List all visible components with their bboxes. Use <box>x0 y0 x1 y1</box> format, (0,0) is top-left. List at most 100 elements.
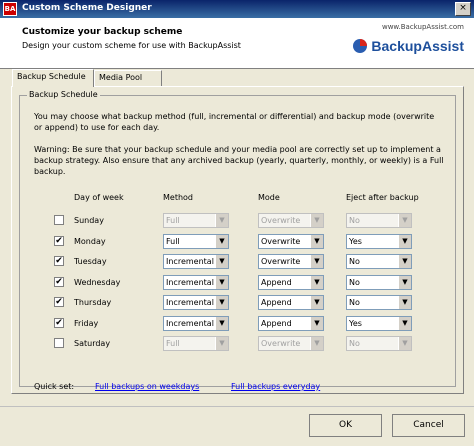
tab-media-pool[interactable]: Media Pool <box>94 70 162 86</box>
method-select-value: Full <box>166 237 180 246</box>
day-checkbox[interactable]: ✔ <box>54 318 64 328</box>
chevron-down-icon[interactable]: ▼ <box>398 337 411 350</box>
method-select[interactable]: Incremental ▼ <box>163 316 229 331</box>
title-bar: BA Custom Scheme Designer × <box>0 0 474 18</box>
mode-select[interactable]: Overwrite ▼ <box>258 254 324 269</box>
chevron-down-icon[interactable]: ▼ <box>398 214 411 227</box>
logo-icon <box>353 39 368 53</box>
method-select[interactable]: Full ▼ <box>163 234 229 249</box>
mode-select[interactable]: Overwrite ▼ <box>258 234 324 249</box>
method-select-value: Incremental <box>166 278 214 287</box>
day-label: Monday <box>74 237 106 246</box>
brand-logo: BackupAssist <box>353 35 464 57</box>
chevron-down-icon[interactable]: ▼ <box>310 317 323 330</box>
chevron-down-icon[interactable]: ▼ <box>398 235 411 248</box>
chevron-down-icon[interactable]: ▼ <box>215 276 228 289</box>
quickset-label: Quick set: <box>34 382 75 391</box>
method-select-value: Incremental <box>166 319 214 328</box>
col-header-method: Method <box>163 193 194 202</box>
eject-select-value: Yes <box>349 319 362 328</box>
method-select[interactable]: Full ▼ <box>163 213 229 228</box>
mode-select-value: Overwrite <box>261 257 301 266</box>
chevron-down-icon[interactable]: ▼ <box>398 255 411 268</box>
day-label: Sunday <box>74 216 104 225</box>
col-header-mode: Mode <box>258 193 280 202</box>
day-checkbox[interactable] <box>54 215 64 225</box>
chevron-down-icon[interactable]: ▼ <box>310 276 323 289</box>
quickset-everyday-link[interactable]: Full backups everyday <box>231 382 320 391</box>
mode-select-value: Append <box>261 278 292 287</box>
eject-select[interactable]: Yes ▼ <box>346 234 412 249</box>
mode-select-value: Overwrite <box>261 339 301 348</box>
chevron-down-icon[interactable]: ▼ <box>310 337 323 350</box>
day-label: Saturday <box>74 339 111 348</box>
mode-select-value: Append <box>261 298 292 307</box>
day-label: Tuesday <box>74 257 107 266</box>
col-header-eject: Eject after backup <box>346 193 419 202</box>
mode-select-value: Overwrite <box>261 237 301 246</box>
day-checkbox[interactable]: ✔ <box>54 297 64 307</box>
chevron-down-icon[interactable]: ▼ <box>310 235 323 248</box>
method-select-value: Incremental <box>166 257 214 266</box>
chevron-down-icon[interactable]: ▼ <box>310 296 323 309</box>
mode-select-value: Overwrite <box>261 216 301 225</box>
intro-text: You may choose what backup method (full,… <box>34 112 435 132</box>
method-select[interactable]: Full ▼ <box>163 336 229 351</box>
method-select-value: Full <box>166 339 180 348</box>
eject-select-value: No <box>349 216 360 225</box>
method-select-value: Full <box>166 216 180 225</box>
eject-select[interactable]: No ▼ <box>346 295 412 310</box>
chevron-down-icon[interactable]: ▼ <box>215 296 228 309</box>
mode-select[interactable]: Append ▼ <box>258 316 324 331</box>
day-checkbox[interactable]: ✔ <box>54 256 64 266</box>
close-button[interactable]: × <box>455 2 471 16</box>
tab-backup-schedule[interactable]: Backup Schedule <box>12 69 94 87</box>
eject-select[interactable]: Yes ▼ <box>346 316 412 331</box>
mode-select[interactable]: Append ▼ <box>258 275 324 290</box>
eject-select-value: No <box>349 278 360 287</box>
warning-text: Warning: Be sure that your backup schedu… <box>34 145 444 176</box>
day-label: Wednesday <box>74 278 121 287</box>
window-title: Custom Scheme Designer <box>22 3 152 13</box>
header-title: Customize your backup scheme <box>22 27 183 37</box>
day-label: Friday <box>74 319 99 328</box>
mode-select-value: Append <box>261 319 292 328</box>
eject-select[interactable]: No ▼ <box>346 336 412 351</box>
eject-select-value: No <box>349 257 360 266</box>
day-label: Thursday <box>74 298 112 307</box>
cancel-button[interactable]: Cancel <box>392 414 465 437</box>
method-select[interactable]: Incremental ▼ <box>163 275 229 290</box>
ok-button[interactable]: OK <box>309 414 382 437</box>
eject-select-value: No <box>349 339 360 348</box>
method-select[interactable]: Incremental ▼ <box>163 254 229 269</box>
chevron-down-icon[interactable]: ▼ <box>398 296 411 309</box>
chevron-down-icon[interactable]: ▼ <box>310 255 323 268</box>
chevron-down-icon[interactable]: ▼ <box>215 255 228 268</box>
eject-select[interactable]: No ▼ <box>346 275 412 290</box>
app-icon: BA <box>3 2 17 16</box>
method-select[interactable]: Incremental ▼ <box>163 295 229 310</box>
chevron-down-icon[interactable]: ▼ <box>215 317 228 330</box>
quickset-weekdays-link[interactable]: Full backups on weekdays <box>95 382 199 391</box>
website-url: www.BackupAssist.com <box>381 23 464 31</box>
mode-select[interactable]: Append ▼ <box>258 295 324 310</box>
wizard-header: Customize your backup scheme Design your… <box>0 18 474 69</box>
chevron-down-icon[interactable]: ▼ <box>215 337 228 350</box>
day-checkbox[interactable]: ✔ <box>54 236 64 246</box>
header-subtitle: Design your custom scheme for use with B… <box>22 41 241 50</box>
eject-select[interactable]: No ▼ <box>346 213 412 228</box>
day-checkbox[interactable]: ✔ <box>54 277 64 287</box>
eject-select-value: Yes <box>349 237 362 246</box>
mode-select[interactable]: Overwrite ▼ <box>258 336 324 351</box>
chevron-down-icon[interactable]: ▼ <box>398 276 411 289</box>
chevron-down-icon[interactable]: ▼ <box>310 214 323 227</box>
brand-name: BackupAssist <box>371 38 464 54</box>
group-legend: Backup Schedule <box>27 90 100 99</box>
chevron-down-icon[interactable]: ▼ <box>215 235 228 248</box>
mode-select[interactable]: Overwrite ▼ <box>258 213 324 228</box>
eject-select[interactable]: No ▼ <box>346 254 412 269</box>
day-checkbox[interactable] <box>54 338 64 348</box>
col-header-day: Day of week <box>74 193 124 202</box>
chevron-down-icon[interactable]: ▼ <box>398 317 411 330</box>
chevron-down-icon[interactable]: ▼ <box>215 214 228 227</box>
